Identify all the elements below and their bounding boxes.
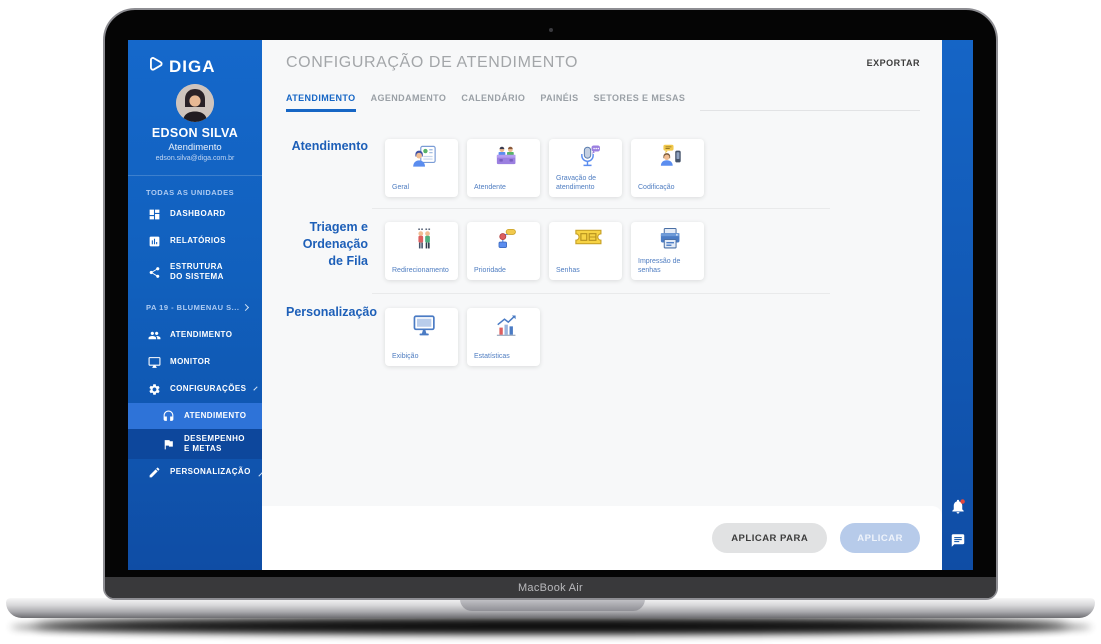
laptop-shadow-inner <box>10 622 1092 632</box>
tab-agendamento[interactable]: AGENDAMENTO <box>371 93 447 112</box>
section-label-triagem: Triagem e Ordenação de Fila <box>302 220 368 268</box>
ticket-icon <box>573 226 603 253</box>
export-button[interactable]: EXPORTAR <box>867 58 920 68</box>
tab-atendimento[interactable]: ATENDIMENTO <box>286 93 356 112</box>
tabs-divider <box>700 110 920 111</box>
app-window: DIGA EDSON SILVA Atendimento edson.silva <box>128 40 973 570</box>
gear-icon <box>148 383 161 396</box>
chevron-right-icon <box>241 303 250 312</box>
display-monitor-icon <box>410 312 437 344</box>
apply-to-button[interactable]: APLICAR PARA <box>712 523 828 553</box>
tab-setores-e-mesas[interactable]: SETORES E MESAS <box>593 93 685 112</box>
chevron-down-icon <box>253 386 258 391</box>
right-utility-strip <box>942 40 973 570</box>
card-gravacao-de-atendimento[interactable]: Gravação de atendimento <box>549 139 622 197</box>
laptop-screen-bezel: DIGA EDSON SILVA Atendimento edson.silva <box>103 8 998 600</box>
flowchart-icon <box>492 226 519 258</box>
apply-button[interactable]: APLICAR <box>840 523 920 553</box>
section-unit[interactable]: PA 19 - BLUMENAU S... <box>128 289 262 316</box>
tab-calendario[interactable]: CALENDÁRIO <box>461 93 525 112</box>
microphone-chat-icon <box>574 143 601 175</box>
person-devices-icon <box>656 143 683 175</box>
statistics-chart-icon <box>492 312 519 344</box>
dashboard-icon <box>148 208 161 221</box>
laptop-chin: MacBook Air <box>105 577 996 598</box>
card-redirecionamento[interactable]: Redirecionamento <box>385 222 458 280</box>
person-document-icon <box>410 143 437 175</box>
user-email: edson.silva@diga.com.br <box>155 155 235 162</box>
sidebar-item-configuracoes[interactable]: CONFIGURAÇÕES <box>128 376 262 403</box>
sidebar-item-atendimento[interactable]: ATENDIMENTO <box>128 322 262 349</box>
main-content: CONFIGURAÇÃO DE ATENDIMENTO EXPORTAR ATE… <box>262 40 942 570</box>
play-logo-icon <box>145 55 164 79</box>
share-icon <box>148 266 161 279</box>
device-label: MacBook Air <box>517 581 584 594</box>
sidebar-item-relatorios[interactable]: RELATÓRIOS <box>128 228 262 255</box>
people-icon <box>148 329 161 342</box>
notifications-bell-icon[interactable] <box>949 498 966 520</box>
card-exibicao[interactable]: Exibição <box>385 308 458 366</box>
section-label-atendimento: Atendimento <box>291 139 368 153</box>
sidebar-subitem-atendimento[interactable]: ATENDIMENTO <box>128 403 262 429</box>
tab-bar: ATENDIMENTO AGENDAMENTO CALENDÁRIO PAINÉ… <box>286 93 920 112</box>
card-senhas[interactable]: Senhas <box>549 222 622 280</box>
section-label-personalizacao: Personalização <box>286 305 378 319</box>
sidebar-item-dashboard[interactable]: DASHBOARD <box>128 201 262 228</box>
card-estatisticas[interactable]: Estatísticas <box>467 308 540 366</box>
pencil-icon <box>148 466 161 479</box>
macbook-mockup: DIGA EDSON SILVA Atendimento edson.silva <box>0 0 1101 644</box>
sidebar-subitem-desempenho[interactable]: DESEMPENHO E METAS <box>128 429 262 459</box>
sidebar: DIGA EDSON SILVA Atendimento edson.silva <box>128 40 263 570</box>
user-name: EDSON SILVA <box>151 126 239 140</box>
monitor-icon <box>148 356 161 369</box>
app-logo[interactable]: DIGA <box>128 40 262 79</box>
sidebar-item-personalizacao[interactable]: PERSONALIZAÇÃO <box>128 459 263 486</box>
tab-paineis[interactable]: PAINÉIS <box>540 93 578 112</box>
page-title: CONFIGURAÇÃO DE ATENDIMENTO <box>286 54 579 71</box>
flag-icon <box>162 438 175 451</box>
sidebar-item-estrutura[interactable]: ESTRUTURA DO SISTEMA <box>128 255 262 289</box>
headset-icon <box>162 410 175 423</box>
footer-actions: APLICAR PARA APLICAR <box>262 506 942 570</box>
webcam-icon <box>548 28 553 32</box>
card-prioridade[interactable]: Prioridade <box>467 222 540 280</box>
card-impressao-de-senhas[interactable]: Impressão de senhas <box>631 222 704 280</box>
section-all-units: TODAS AS UNIDADES <box>146 188 235 197</box>
reports-icon <box>148 235 161 248</box>
user-role: Atendimento <box>168 142 222 153</box>
reception-desk-icon <box>492 143 519 175</box>
card-codificacao[interactable]: Codificação <box>631 139 704 197</box>
card-geral[interactable]: Geral <box>385 139 458 197</box>
logo-text: DIGA <box>169 57 216 76</box>
card-atendente[interactable]: Atendente <box>467 139 540 197</box>
sidebar-item-monitor[interactable]: MONITOR <box>128 349 262 376</box>
two-people-icon <box>410 226 437 258</box>
avatar[interactable] <box>176 84 214 122</box>
chat-icon[interactable] <box>950 533 965 553</box>
printer-icon <box>656 226 683 258</box>
